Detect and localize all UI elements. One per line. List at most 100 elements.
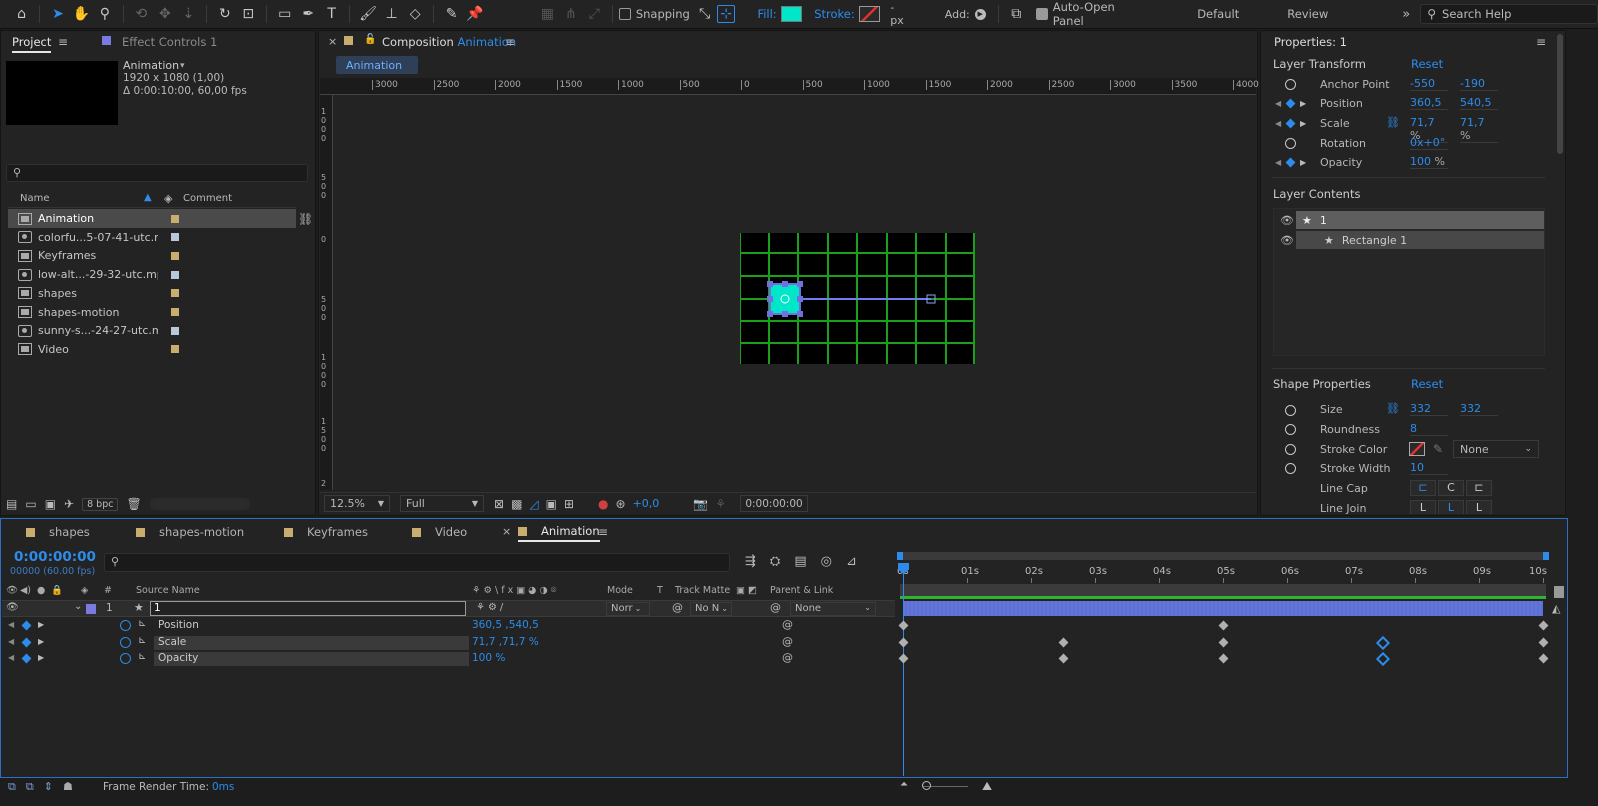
- label-color-chip[interactable]: [171, 270, 179, 279]
- home-icon[interactable]: ⌂: [11, 3, 32, 25]
- snapping-checkbox[interactable]: [619, 8, 631, 20]
- track-matte-select[interactable]: No N ⌄: [690, 602, 732, 616]
- position-x[interactable]: 360,5: [1410, 96, 1448, 110]
- prev-keyframe-icon[interactable]: ◀: [8, 653, 14, 662]
- audio-switch-icon[interactable]: ◀): [20, 585, 31, 596]
- thumbnail-slider[interactable]: [149, 498, 250, 510]
- twirl-down-icon[interactable]: ⌄: [74, 601, 82, 612]
- project-item[interactable]: sunny-s...-24-27-utc.mov: [8, 321, 296, 340]
- dolly-camera-icon[interactable]: ⇣: [178, 3, 199, 25]
- shape-reset[interactable]: Reset: [1411, 377, 1443, 391]
- col-parent[interactable]: Parent & Link: [770, 585, 833, 596]
- comp-timecode[interactable]: 0:00:00:00: [740, 495, 809, 512]
- auto-open-checkbox[interactable]: [1035, 8, 1048, 20]
- timeline-search-input[interactable]: [104, 553, 730, 572]
- interpret-footage-icon[interactable]: ▤: [6, 497, 17, 511]
- label-color-chip[interactable]: [171, 326, 179, 335]
- label-color-chip[interactable]: [171, 308, 179, 316]
- size-height[interactable]: 332: [1460, 402, 1498, 416]
- in-out-pane-icon[interactable]: ⇕: [44, 780, 53, 794]
- next-keyframe-icon[interactable]: ▶: [38, 637, 44, 646]
- render-time-icon[interactable]: ☗: [63, 780, 73, 794]
- zoom-out-icon[interactable]: ⏶: [900, 779, 908, 790]
- properties-scrollbar[interactable]: [1557, 34, 1563, 154]
- graph-icon[interactable]: ⊾: [138, 618, 146, 629]
- layer-label-chip[interactable]: [86, 604, 96, 614]
- timeline-tab[interactable]: Keyframes: [284, 522, 368, 542]
- round-join-icon[interactable]: L: [1438, 500, 1464, 514]
- type-tool-icon[interactable]: T: [321, 3, 342, 25]
- project-item[interactable]: Video: [8, 340, 296, 359]
- timeline-menu-icon[interactable]: ≡: [598, 525, 608, 539]
- content-shape-row[interactable]: ★ Rectangle 1: [1296, 231, 1544, 249]
- zoom-tool-icon[interactable]: ⚲: [94, 3, 115, 25]
- next-keyframe-icon[interactable]: ▶: [1300, 158, 1306, 167]
- selection-tool-icon[interactable]: ➤: [47, 3, 68, 25]
- prev-keyframe-icon[interactable]: ◀: [8, 620, 14, 629]
- anchor-y[interactable]: -190: [1460, 77, 1498, 91]
- content-layer-row[interactable]: ★ 1: [1296, 211, 1544, 229]
- parent-select[interactable]: None ⌄: [790, 602, 876, 616]
- project-item[interactable]: low-alt...-29-32-utc.mp4: [8, 265, 296, 284]
- eye-icon[interactable]: 👁: [6, 602, 19, 613]
- exposure-value[interactable]: +0,0: [633, 497, 660, 510]
- new-folder-icon[interactable]: ▭: [25, 497, 36, 511]
- col-name[interactable]: Name: [20, 193, 50, 204]
- layer-row[interactable]: 👁 ⌄ 1 ★ 1 ⚘⚙/ Norr ⌄ @ No N ⌄ @ None ⌄: [2, 600, 895, 617]
- project-search-input[interactable]: [6, 164, 308, 182]
- transfer-controls-icon[interactable]: ⧉: [26, 780, 34, 794]
- comp-marker-icon[interactable]: ◭: [1552, 602, 1560, 615]
- label-color-chip[interactable]: [171, 233, 179, 242]
- stopwatch-icon[interactable]: [1285, 444, 1296, 455]
- property-value[interactable]: 71,7 ,71,7 %: [472, 636, 539, 648]
- size-width[interactable]: 332: [1410, 402, 1448, 416]
- next-keyframe-icon[interactable]: ▶: [1300, 119, 1306, 128]
- matte-spiral-icon[interactable]: @: [672, 601, 683, 614]
- bpc-label[interactable]: 8 bpc: [82, 497, 119, 511]
- guides-icon[interactable]: ⊞: [564, 497, 574, 511]
- timeline-tab[interactable]: Video: [412, 522, 467, 542]
- layer-switches-icon[interactable]: ⚘⚙\fx▣◕◑⌾: [472, 585, 559, 596]
- label-col-icon[interactable]: ◈: [164, 192, 172, 205]
- label-color-chip[interactable]: [171, 214, 179, 223]
- zoom-end-handle[interactable]: [1554, 586, 1564, 598]
- project-menu-icon[interactable]: ≡: [58, 35, 68, 49]
- bevel-join-icon[interactable]: L: [1466, 500, 1492, 514]
- lock-switch-icon[interactable]: 🔒: [51, 585, 63, 596]
- prev-keyframe-icon[interactable]: ◀: [8, 637, 14, 646]
- mask-visibility-icon[interactable]: ◿: [529, 497, 538, 511]
- roundness-value[interactable]: 8: [1410, 422, 1448, 436]
- stopwatch-icon[interactable]: [1285, 138, 1296, 149]
- layer-duration-bar[interactable]: [903, 601, 1543, 616]
- label-col-icon[interactable]: ◈: [81, 585, 88, 596]
- snapshot-icon[interactable]: 📷: [693, 497, 708, 511]
- workspace-review[interactable]: Review: [1287, 7, 1328, 21]
- motion-blur-icon[interactable]: ◎: [821, 554, 832, 569]
- project-item[interactable]: shapes-motion: [8, 303, 296, 322]
- col-comment[interactable]: Comment: [183, 193, 232, 204]
- roto-brush-icon[interactable]: ✎: [441, 3, 462, 25]
- stroke-color-swatch[interactable]: [1409, 442, 1425, 456]
- stopwatch-icon[interactable]: [120, 620, 131, 631]
- rectangle-tool-icon[interactable]: ▭: [274, 3, 295, 25]
- constrain-link-icon[interactable]: ⛓: [1386, 116, 1400, 129]
- tab-project[interactable]: Project: [12, 35, 52, 53]
- zoom-in-icon[interactable]: ⛰: [982, 779, 992, 794]
- pan-behind-tool-icon[interactable]: ⊡: [238, 3, 259, 25]
- zoom-slider-thumb[interactable]: [922, 781, 931, 790]
- next-keyframe-icon[interactable]: ▶: [1300, 99, 1306, 108]
- property-value[interactable]: 360,5 ,540,5: [472, 619, 539, 631]
- label-color-chip[interactable]: [171, 251, 179, 260]
- expression-pickwhip-icon[interactable]: @: [782, 635, 793, 648]
- clone-stamp-icon[interactable]: ⊥: [381, 3, 402, 25]
- timeline-tab[interactable]: shapes: [26, 522, 90, 542]
- puppet-pin-icon[interactable]: 📌: [464, 3, 485, 25]
- next-keyframe-icon[interactable]: ▶: [38, 653, 44, 662]
- workspace-default[interactable]: Default: [1197, 7, 1239, 21]
- reset-exposure-icon[interactable]: ⊛: [616, 497, 626, 511]
- timeline-tab[interactable]: shapes-motion: [136, 522, 244, 542]
- col-source[interactable]: Source Name: [136, 585, 200, 596]
- square-cap-icon[interactable]: ⊏: [1466, 480, 1492, 496]
- stroke-select[interactable]: None ⌄: [1453, 440, 1539, 458]
- prev-keyframe-icon[interactable]: ◀: [1275, 99, 1281, 108]
